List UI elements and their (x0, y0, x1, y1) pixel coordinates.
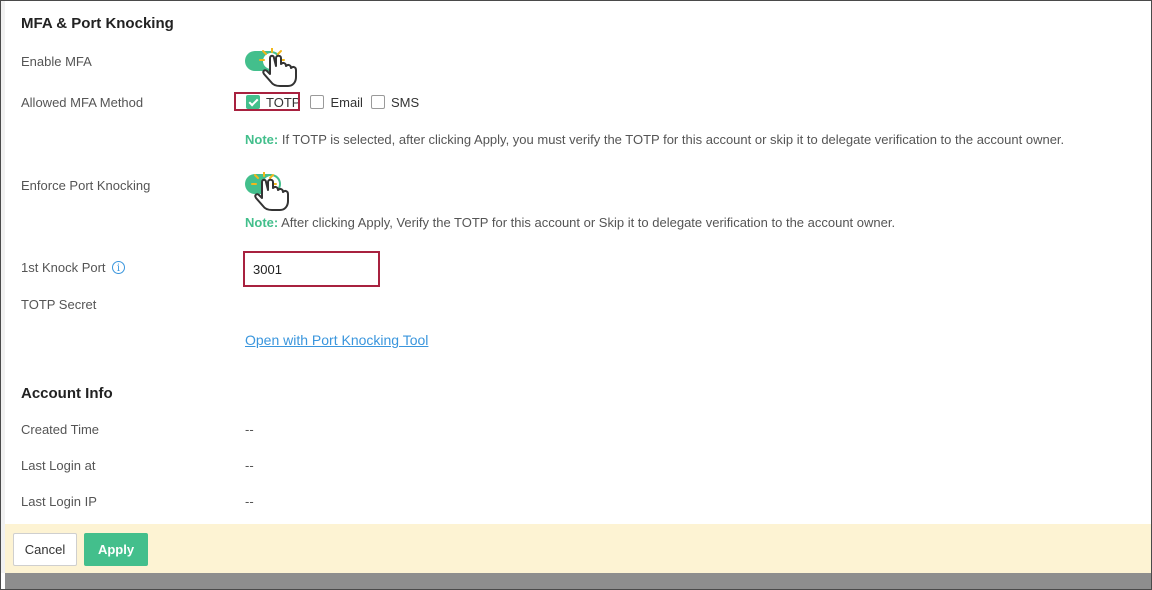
sms-checkbox[interactable] (370, 95, 385, 109)
allowed-mfa-method-label: Allowed MFA Method (21, 95, 144, 110)
last-login-ip-label: Last Login IP (21, 494, 97, 509)
dialog-frame (0, 0, 1152, 590)
note-totp: Note: If TOTP is selected, after clickin… (245, 132, 1064, 147)
section-title-mfa: MFA & Port Knocking (21, 15, 174, 32)
mfa-method-email[interactable]: Email (310, 95, 363, 110)
created-time-value: -- (245, 422, 254, 437)
knock-port-label: 1st Knock Port (21, 260, 106, 275)
section-title-account-info: Account Info (21, 385, 113, 402)
open-port-knocking-tool-link[interactable]: Open with Port Knocking Tool (245, 332, 428, 348)
last-login-at-value: -- (245, 458, 254, 473)
sms-label: SMS (390, 94, 420, 110)
apply-button[interactable]: Apply (84, 533, 148, 566)
scroll-gutter (1, 1, 5, 573)
enforce-port-knocking-label: Enforce Port Knocking (21, 178, 151, 193)
created-time-label: Created Time (21, 422, 100, 437)
note-port-knocking: Note: After clicking Apply, Verify the T… (245, 215, 895, 230)
action-footer (5, 524, 1151, 573)
email-label: Email (330, 94, 363, 110)
note-text: After clicking Apply, Verify the TOTP fo… (278, 215, 896, 230)
last-login-at-label: Last Login at (21, 458, 96, 473)
info-icon[interactable]: i (112, 261, 125, 274)
totp-highlight-box (234, 92, 300, 111)
enable-mfa-label: Enable MFA (21, 54, 92, 69)
note-label: Note: (245, 132, 279, 147)
last-login-ip-value: -- (245, 494, 254, 509)
totp-secret-label: TOTP Secret (21, 297, 97, 312)
knock-port-input[interactable] (243, 251, 380, 287)
email-checkbox[interactable] (310, 95, 325, 109)
hand-pointer-icon (259, 48, 297, 87)
note-text: If TOTP is selected, after clicking Appl… (278, 132, 1065, 147)
hand-pointer-icon (251, 172, 289, 211)
mfa-method-sms[interactable]: SMS (370, 94, 420, 110)
cancel-button[interactable]: Cancel (13, 533, 77, 566)
note-label: Note: (245, 215, 279, 230)
bottom-scrollbar (5, 573, 1151, 589)
